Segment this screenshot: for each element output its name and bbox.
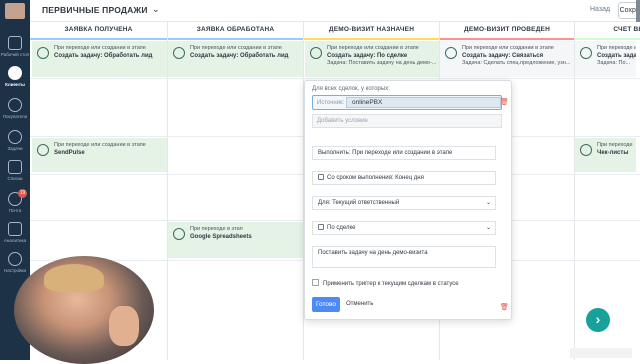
back-button[interactable]: Назад [590,6,610,13]
trigger-text: При переходе или создании в этапе [327,45,419,51]
sidebar-item-settings[interactable]: Настройки [0,252,30,273]
trigger-text: При переходе или создании в этапе [462,45,554,51]
stage-title: ДЕМО-ВИЗИТ НАЗНАЧЕН [304,22,439,40]
sidebar-item-label: Почта [8,208,22,213]
cancel-button[interactable]: Отменить [346,301,373,307]
sidebar-item-tasks[interactable]: Задачи [0,130,30,151]
dashboard-icon [8,36,22,50]
execute-select[interactable]: Выполнить: При переходе или создании в э… [312,146,496,160]
stage-title: ДЕМО-ВИЗИТ ПРОВЕДЕН [440,22,574,40]
settings-icon [8,252,22,266]
trigger-action: Создать задачу: Связаться [462,53,544,59]
sidebar-item-label: Задачи [7,146,23,151]
sidebar-item-label: Рабочий стол [0,52,30,57]
trigger-card[interactable]: При переходе или создании в этапе Создат… [32,41,167,77]
trigger-detail: Задача: Сделать спец.предложение, узн... [462,60,571,66]
check-circle-icon [37,47,49,59]
analytics-icon [8,222,22,236]
trigger-card[interactable]: При переходе Чек-листы [575,138,636,172]
stage-title: СЧЕТ ВЫ [575,22,640,40]
source-value[interactable]: onlinePBX [346,97,501,108]
sidebar-item-lists[interactable]: Списки [0,160,30,181]
trigger-card[interactable]: При переходе или создании в этапе Создат… [305,41,439,77]
trigger-text: При переходе или создании в этапе [597,45,636,51]
source-label: Источник: [317,100,345,106]
checkbox-label: Применить триггер к текущим сделкам в ст… [323,281,459,287]
trigger-text: При переходе [597,142,633,148]
trigger-text: При переходе или создании в этапе [190,45,282,51]
trigger-card[interactable]: При переходе в этап Google Spreadsheets [168,222,303,258]
task-text-input[interactable]: Поставить задачу на день демо-визита [312,246,496,268]
webcam-overlay [14,256,154,364]
trigger-action: Google Spreadsheets [190,234,252,240]
buyers-icon [8,98,22,112]
pipeline-title[interactable]: ПЕРВИЧНЫЕ ПРОДАЖИ [42,5,148,15]
task-type-select[interactable]: По сделке ⌄ [312,221,496,235]
source-condition-field[interactable]: Источник: onlinePBX [312,95,502,110]
chevron-down-icon: ⌄ [485,200,491,206]
chevron-down-icon[interactable]: ⌄ [152,4,160,15]
checklist-icon [580,144,592,156]
check-circle-icon [580,47,592,59]
assignee-select[interactable]: Для: Текущий ответственный ⌄ [312,196,496,210]
clients-icon [8,66,22,80]
trigger-card[interactable]: При переходе или создании в этапе Создат… [168,41,303,77]
scrollbar[interactable] [636,0,640,22]
check-circle-icon [310,47,322,59]
tasks-icon [8,130,22,144]
trash-icon[interactable]: 🗑 [500,98,509,106]
task-type-value: По сделке [327,225,356,231]
sidebar-item-analytics[interactable]: Аналитика [0,222,30,243]
sidebar-item-clients[interactable]: Клиенты [0,66,30,87]
trigger-action: Создать задачу: Обработать лид [54,53,153,59]
sidebar-item-mail[interactable]: 19 Почта [0,189,30,213]
stage-title: ЗАЯВКА ПОЛУЧЕНА [30,22,167,40]
user-avatar[interactable] [5,3,25,19]
trigger-card[interactable]: При переходе или создании в этапе Создат… [575,41,636,77]
lists-icon [8,160,22,174]
sidebar-item-label: Настройки [3,268,27,273]
condition-label: Для всех сделок, у которых: [312,86,390,92]
sendpulse-icon [37,144,49,156]
trigger-text: При переходе или создании в этапе [54,142,146,148]
google-sheets-icon [173,228,185,240]
apply-existing-checkbox[interactable]: Применить триггер к текущим сделкам в ст… [312,279,459,287]
scrollbar[interactable] [570,348,632,358]
trigger-detail: Задача: Поставить задачу на день демо-..… [327,60,437,66]
sidebar-item-label: Покупатели [2,114,28,119]
task-type-icon [318,224,324,230]
chevron-down-icon: ⌄ [485,225,491,231]
trash-icon[interactable]: 🗑 [500,303,509,311]
sidebar-item-label: Списки [7,176,23,181]
deadline-value: Со сроком выполнения: Конец дня [327,175,424,181]
deadline-select[interactable]: Со сроком выполнения: Конец дня [312,171,496,185]
trigger-settings-popup: Для всех сделок, у которых: Источник: on… [304,80,512,320]
top-bar: ПЕРВИЧНЫЕ ПРОДАЖИ ⌄ Назад Сохранить [30,0,640,22]
sidebar-item-dashboard[interactable]: Рабочий стол [0,36,30,57]
trigger-action: Создать задачу: Обработать лид [190,53,289,59]
trigger-card[interactable]: При переходе или создании в этапе Создат… [440,41,574,77]
sidebar-item-buyers[interactable]: Покупатели [0,98,30,119]
trigger-card[interactable]: При переходе или создании в этапе SendPu… [32,138,167,172]
check-circle-icon [445,47,457,59]
trigger-action: Создать задачу: [597,53,636,59]
calendar-icon [318,174,324,180]
next-arrow-icon[interactable]: › [586,308,610,332]
stage-title: ЗАЯВКА ОБРАБОТАНА [168,22,303,40]
check-circle-icon [173,47,185,59]
sidebar-item-label: Аналитика [3,238,27,243]
trigger-detail: Задача: По... [597,60,631,66]
done-button[interactable]: Готово [312,297,340,312]
assignee-value: Для: Текущий ответственный [318,200,400,206]
add-condition-button[interactable]: Добавить условие [312,114,502,128]
sidebar-item-label: Клиенты [5,82,25,87]
trigger-action: Чек-листы [597,150,629,156]
trigger-action: SendPulse [54,150,85,156]
trigger-text: При переходе или создании в этапе [54,45,146,51]
mail-badge: 19 [18,189,27,198]
trigger-action: Создать задачу: По сделке [327,53,408,59]
trigger-text: При переходе в этап [190,226,243,232]
checkbox[interactable] [312,279,319,286]
